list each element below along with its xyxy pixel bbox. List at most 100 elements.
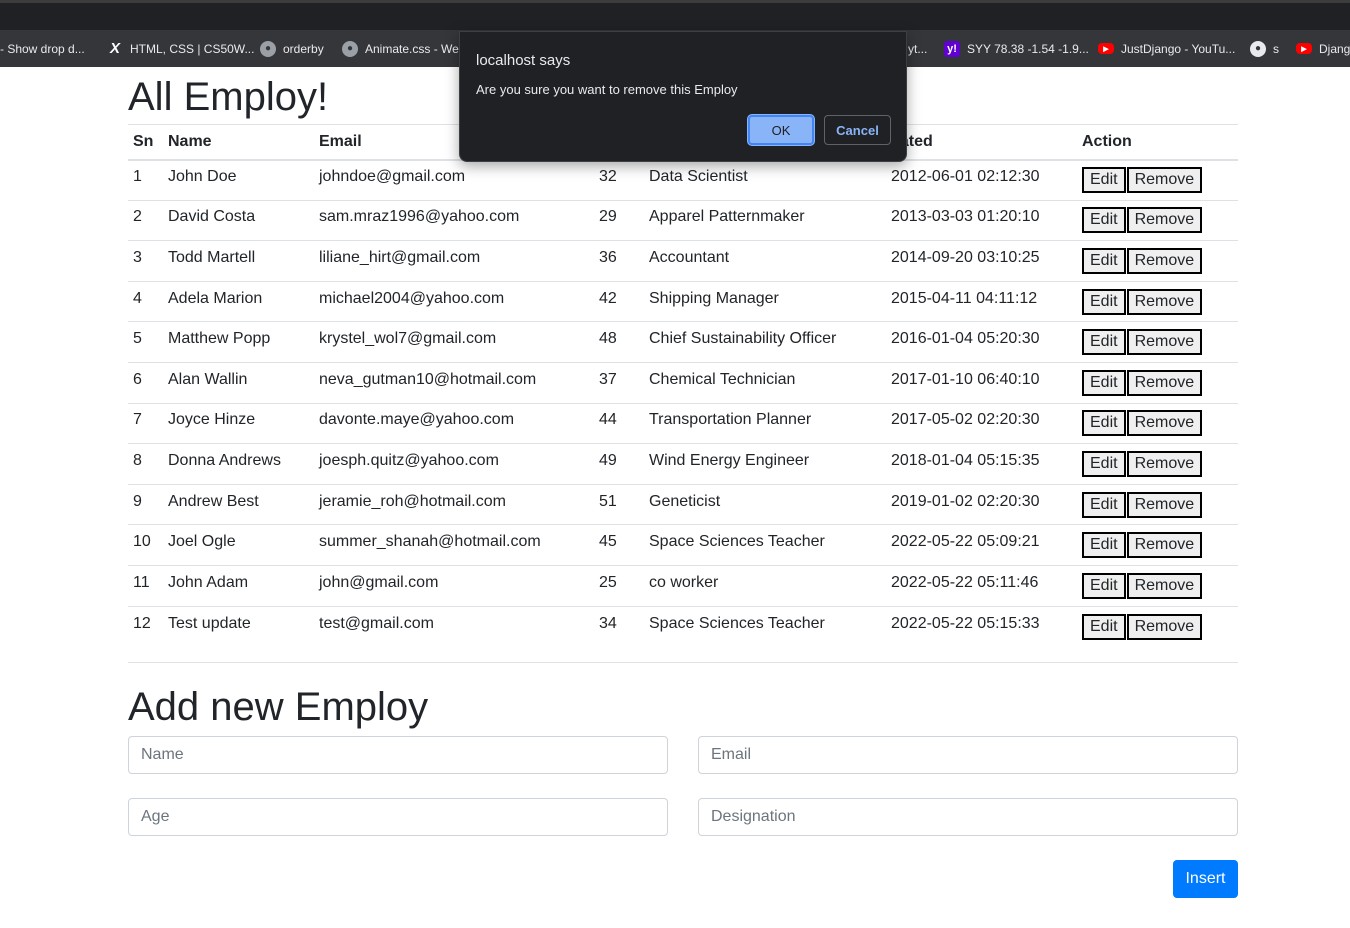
cell-email: liliane_hirt@gmail.com (314, 240, 594, 282)
cell-name: John Adam (163, 565, 314, 607)
cell-created: 2013-03-03 01:20:10 (886, 200, 1077, 242)
age-input[interactable] (128, 798, 668, 836)
remove-button[interactable]: Remove (1126, 491, 1203, 518)
dialog-message: Are you sure you want to remove this Emp… (476, 82, 738, 97)
bookmark-label: Animate.css - Wel (365, 41, 462, 56)
remove-button[interactable]: Remove (1126, 167, 1203, 194)
cell-age: 44 (594, 403, 644, 445)
remove-button[interactable]: Remove (1126, 207, 1203, 234)
cell-designation: Transportation Planner (644, 403, 886, 445)
dialog-cancel-button[interactable]: Cancel (824, 115, 891, 145)
cell-designation: Chemical Technician (644, 362, 886, 404)
edit-button[interactable]: Edit (1082, 532, 1126, 559)
edit-button[interactable]: Edit (1082, 369, 1126, 396)
insert-button[interactable]: Insert (1173, 860, 1238, 898)
cell-designation: Geneticist (644, 484, 886, 526)
remove-button[interactable]: Remove (1126, 450, 1203, 477)
confirm-dialog: localhost says Are you sure you want to … (459, 31, 907, 162)
youtube-icon: ▶ (1098, 43, 1114, 54)
remove-button[interactable]: Remove (1126, 613, 1203, 640)
globe-icon: ● (260, 40, 276, 57)
cell-created: 2019-01-02 02:20:30 (886, 484, 1077, 526)
cell-age: 49 (594, 443, 644, 485)
bookmark-label: orderby (283, 41, 324, 56)
cell-action: Edit Remove (1077, 606, 1238, 647)
table-row: 8 Donna Andrews joesph.quitz@yahoo.com 49 Wi… (128, 443, 1238, 485)
edit-button[interactable]: Edit (1082, 450, 1126, 477)
cell-sn: 9 (128, 484, 163, 526)
column-header-sn: Sn (128, 124, 163, 161)
edit-button[interactable]: Edit (1082, 167, 1126, 194)
globe-icon: ● (342, 40, 358, 57)
edit-button[interactable]: Edit (1082, 572, 1126, 599)
cell-action: Edit Remove (1077, 200, 1238, 242)
dialog-ok-button[interactable]: OK (748, 115, 814, 145)
cell-name: Alan Wallin (163, 362, 314, 404)
edit-button[interactable]: Edit (1082, 207, 1126, 234)
cell-email: johndoe@gmail.com (314, 159, 594, 201)
cell-sn: 5 (128, 321, 163, 363)
cell-created: 2022-05-22 05:09:21 (886, 524, 1077, 566)
bookmark-item[interactable]: ● s (1250, 30, 1279, 67)
remove-button[interactable]: Remove (1126, 532, 1203, 559)
cell-created: 2022-05-22 05:11:46 (886, 565, 1077, 607)
table-row: 1 John Doe johndoe@gmail.com 32 Data Scienti… (128, 159, 1238, 201)
table-row: 4 Adela Marion michael2004@yahoo.com 42 Ship… (128, 281, 1238, 323)
cell-email: davonte.maye@yahoo.com (314, 403, 594, 445)
remove-button[interactable]: Remove (1126, 410, 1203, 437)
cell-designation: Space Sciences Teacher (644, 524, 886, 566)
bookmark-item[interactable]: - Show drop d... (0, 30, 85, 67)
edit-button[interactable]: Edit (1082, 613, 1126, 640)
cell-email: jeramie_roh@hotmail.com (314, 484, 594, 526)
cell-age: 51 (594, 484, 644, 526)
email-input[interactable] (698, 736, 1238, 774)
bookmark-item[interactable]: y! SYY 78.38 -1.54 -1.9... (944, 30, 1089, 67)
table-row: 2 David Costa sam.mraz1996@yahoo.com 29 Appa… (128, 200, 1238, 242)
edit-button[interactable]: Edit (1082, 247, 1126, 274)
cell-age: 32 (594, 159, 644, 201)
cell-designation: Data Scientist (644, 159, 886, 201)
table-row: 3 Todd Martell liliane_hirt@gmail.com 36 Acc… (128, 240, 1238, 282)
edit-button[interactable]: Edit (1082, 288, 1126, 315)
table-row: 10 Joel Ogle summer_shanah@hotmail.com 45 Sp… (128, 524, 1238, 566)
page-title: All Employ! (128, 75, 329, 119)
bookmark-label: - Show drop d... (0, 41, 85, 56)
cell-name: Andrew Best (163, 484, 314, 526)
edit-button[interactable]: Edit (1082, 410, 1126, 437)
table-row: 9 Andrew Best jeramie_roh@hotmail.com 51 Gen… (128, 484, 1238, 526)
cell-email: summer_shanah@hotmail.com (314, 524, 594, 566)
cell-action: Edit Remove (1077, 281, 1238, 323)
cell-action: Edit Remove (1077, 524, 1238, 566)
cell-sn: 1 (128, 159, 163, 201)
bookmark-item[interactable]: ▶ JustDjango - YouTu... (1098, 30, 1235, 67)
bookmark-item[interactable]: X HTML, CSS | CS50W... (107, 30, 255, 67)
edit-button[interactable]: Edit (1082, 329, 1126, 356)
cell-designation: Accountant (644, 240, 886, 282)
column-header-name: Name (163, 124, 314, 161)
bookmark-item[interactable]: ● orderby (260, 30, 324, 67)
table-row: 11 John Adam john@gmail.com 25 co worker 2022… (128, 565, 1238, 607)
cell-email: krystel_wol7@gmail.com (314, 321, 594, 363)
cell-action: Edit Remove (1077, 565, 1238, 607)
cell-sn: 10 (128, 524, 163, 566)
remove-button[interactable]: Remove (1126, 572, 1203, 599)
edit-button[interactable]: Edit (1082, 491, 1126, 518)
cell-designation: Space Sciences Teacher (649, 614, 825, 632)
cell-name: Joel Ogle (163, 524, 314, 566)
bookmark-item[interactable]: yt... (908, 30, 927, 67)
remove-button[interactable]: Remove (1126, 247, 1203, 274)
remove-button[interactable]: Remove (1126, 288, 1203, 315)
bookmark-item[interactable]: ▶ Djang (1296, 30, 1350, 67)
designation-input[interactable] (698, 798, 1238, 836)
name-input[interactable] (128, 736, 668, 774)
cell-age: 48 (594, 321, 644, 363)
bookmark-item[interactable]: ● Animate.css - Wel (342, 30, 461, 67)
remove-button[interactable]: Remove (1126, 369, 1203, 396)
column-header-created: eated (886, 124, 1077, 161)
bookmark-label: Djang (1319, 41, 1350, 56)
cell-name: David Costa (163, 200, 314, 242)
remove-button[interactable]: Remove (1126, 329, 1203, 356)
cell-email: michael2004@yahoo.com (314, 281, 594, 323)
dialog-title: localhost says (476, 52, 571, 69)
cell-designation: Shipping Manager (644, 281, 886, 323)
